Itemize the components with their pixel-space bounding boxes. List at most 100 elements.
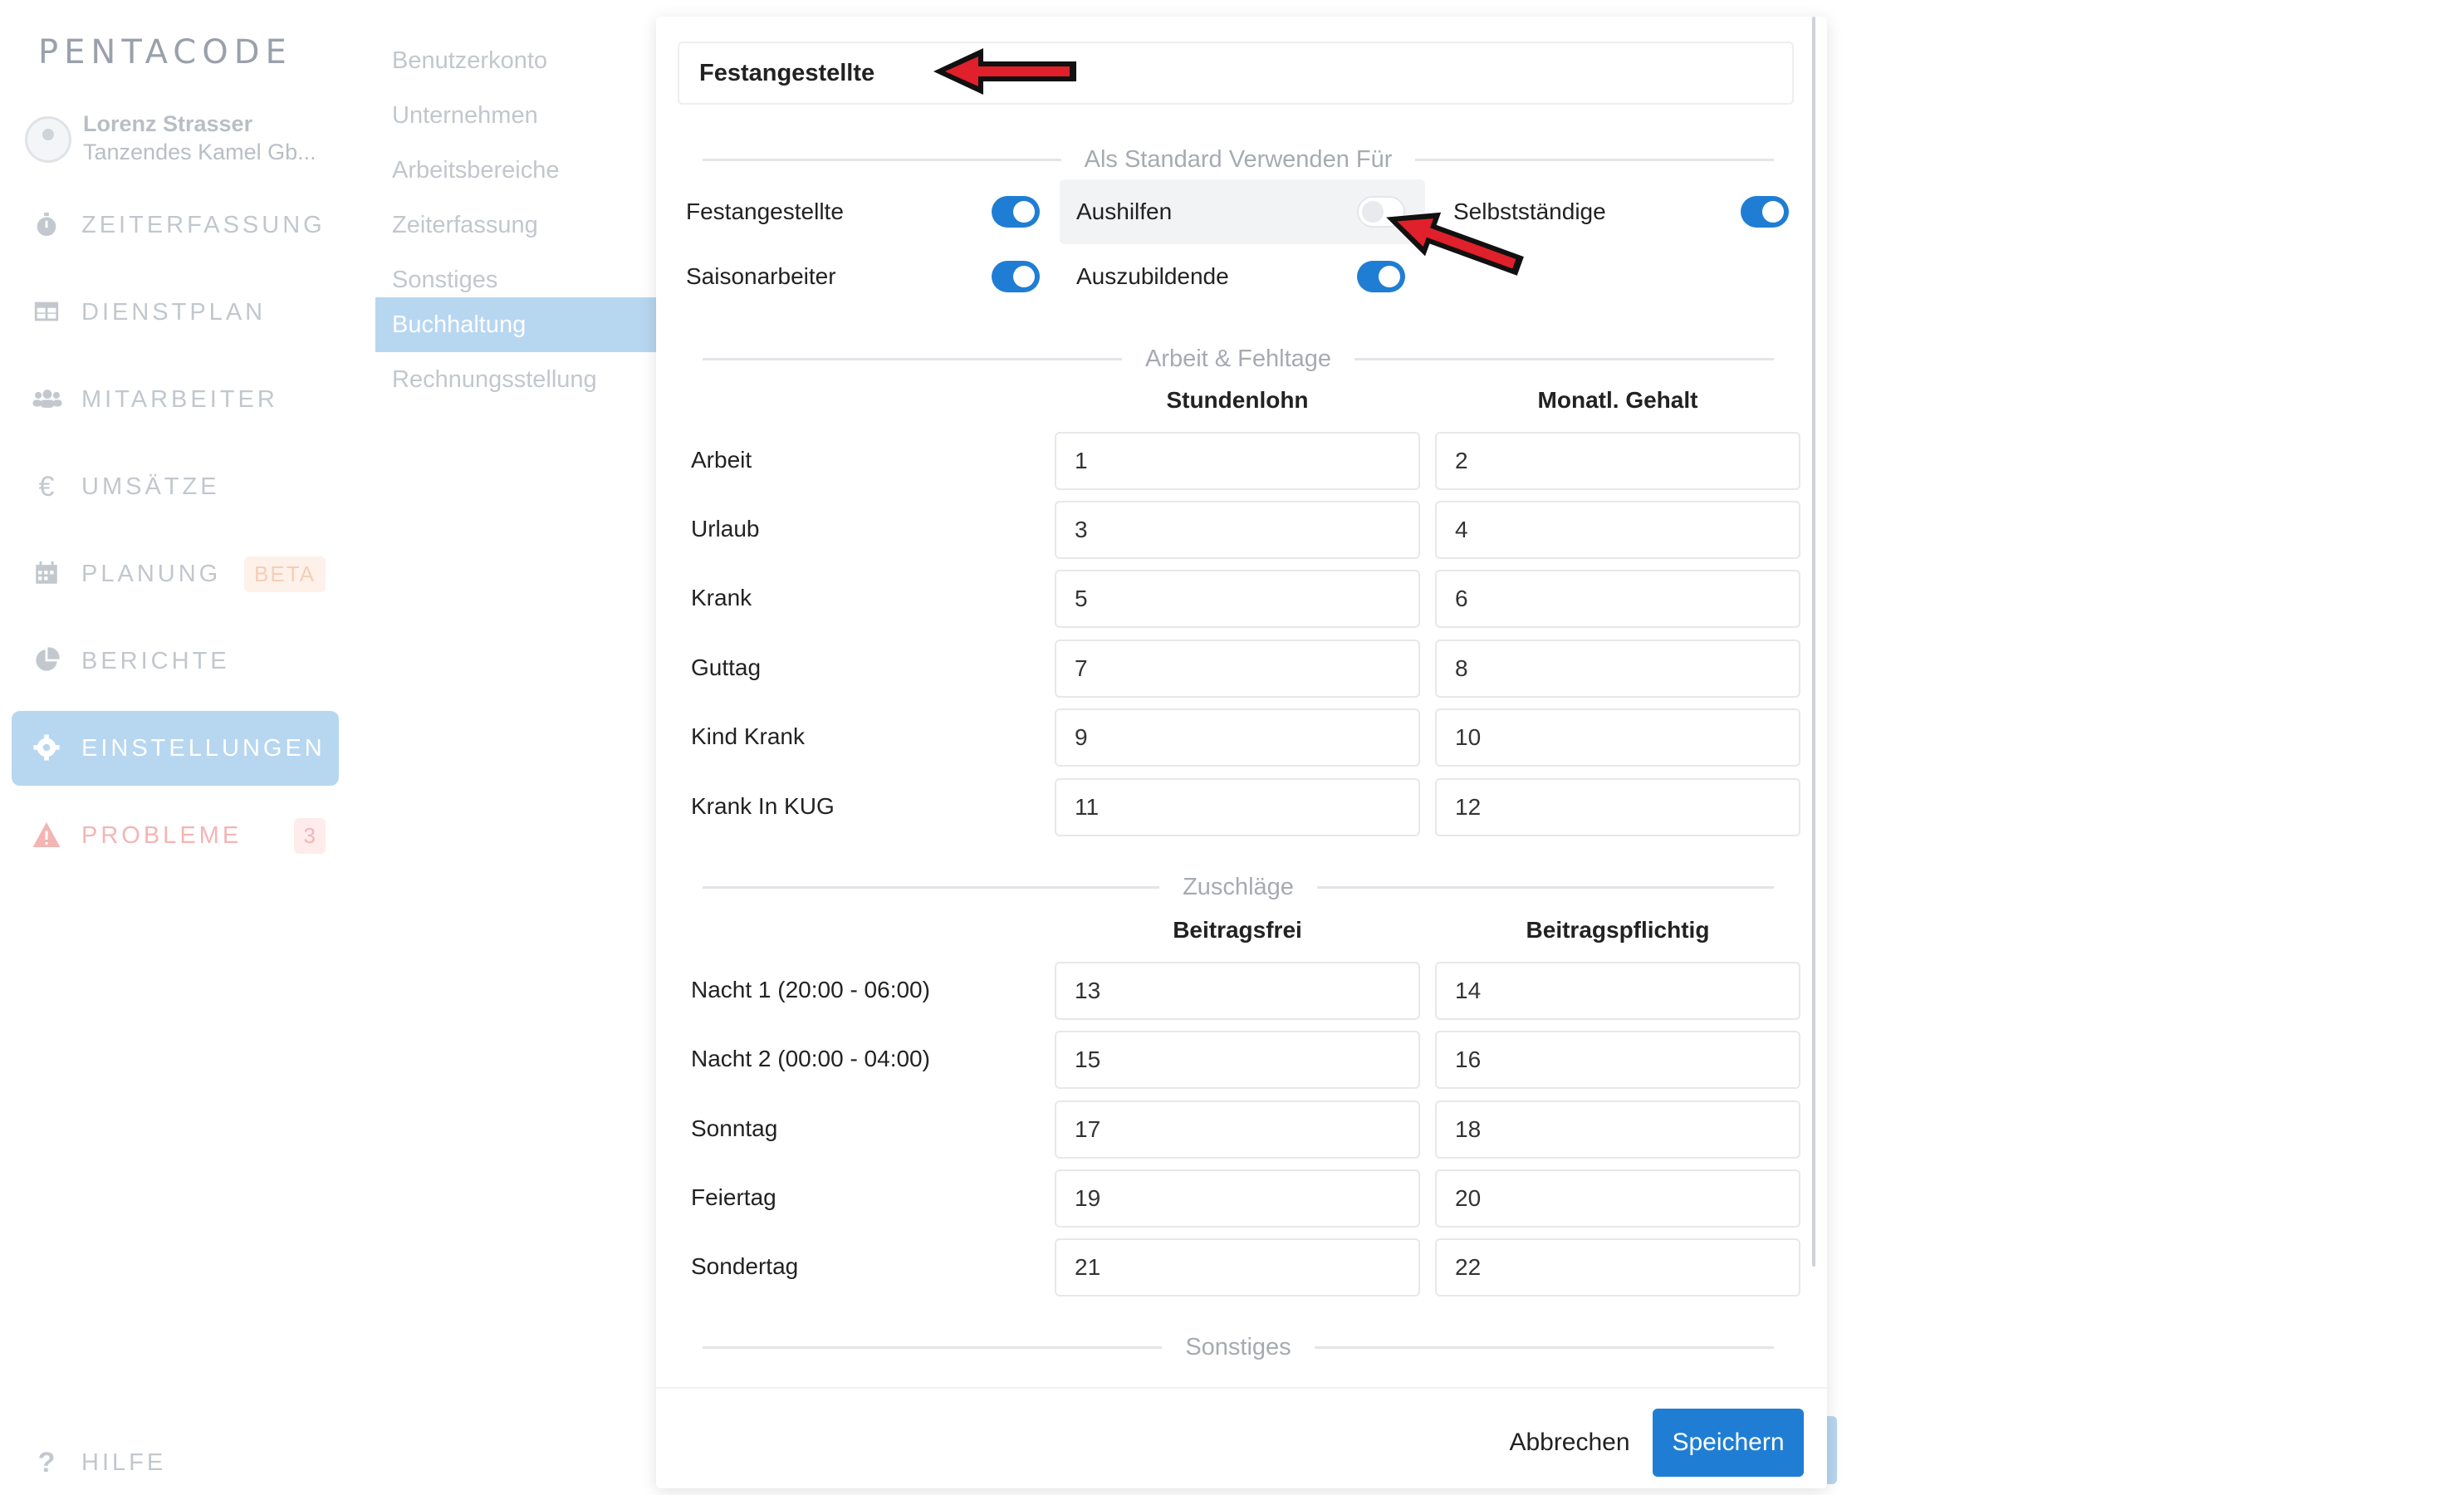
annotation-arrow-left-icon bbox=[933, 48, 1076, 95]
table-cell-input[interactable]: 6 bbox=[1435, 570, 1800, 628]
row-label: Nacht 1 (20:00 - 06:00) bbox=[691, 977, 930, 1002]
cancel-button[interactable]: Abbrechen bbox=[1487, 1409, 1653, 1477]
section-default-for: Als Standard Verwenden Für bbox=[703, 143, 1774, 176]
euro-icon: € bbox=[38, 471, 55, 502]
row-label: Krank In KUG bbox=[691, 793, 835, 819]
column-header: Beitragspflichtig bbox=[1526, 917, 1710, 943]
nav-item-hilfe[interactable]: ? HILFE bbox=[12, 1425, 339, 1495]
section-surcharges: Zuschläge bbox=[703, 870, 1774, 904]
table-cell-input[interactable]: 21 bbox=[1055, 1238, 1420, 1296]
table-cell-input[interactable]: 11 bbox=[1055, 778, 1420, 836]
table-cell-input[interactable]: 18 bbox=[1435, 1100, 1800, 1159]
company-name: Tanzendes Kamel Gb... bbox=[83, 140, 316, 164]
nav-item-berichte[interactable]: BERICHTE bbox=[12, 624, 339, 698]
nav-item-einstellungen[interactable]: EINSTELLUNGEN bbox=[12, 711, 339, 786]
submenu-item-rechnungsstellung[interactable]: Rechnungsstellung bbox=[375, 352, 658, 407]
table-cell-input[interactable]: 12 bbox=[1435, 778, 1800, 836]
table-cell-input[interactable]: 2 bbox=[1435, 432, 1800, 490]
column-header: Monatl. Gehalt bbox=[1537, 387, 1698, 413]
table-cell-input[interactable]: 7 bbox=[1055, 640, 1420, 698]
nav-label: ZEITERFASSUNG bbox=[81, 211, 326, 238]
table-cell-input[interactable]: 15 bbox=[1055, 1031, 1420, 1089]
nav-label: BERICHTE bbox=[81, 647, 230, 674]
toggle-row-aushilfen[interactable]: Aushilfen bbox=[1060, 179, 1425, 244]
nav-label: HILFE bbox=[81, 1448, 167, 1476]
edit-employment-type-modal: Festangestellte Als Standard Verwenden F… bbox=[656, 17, 1827, 1488]
employment-type-name-input[interactable]: Festangestellte bbox=[678, 42, 1794, 105]
table-cell-input[interactable]: 13 bbox=[1055, 962, 1420, 1020]
section-title: Als Standard Verwenden Für bbox=[1084, 145, 1393, 173]
row-label: Guttag bbox=[691, 654, 762, 680]
table-cell-input[interactable]: 8 bbox=[1435, 640, 1800, 698]
table-cell-input[interactable]: 10 bbox=[1435, 708, 1800, 767]
column-header: Stundenlohn bbox=[1166, 387, 1309, 413]
nav-item-mitarbeiter[interactable]: MITARBEITER bbox=[12, 362, 339, 437]
sidebar: PENTACODE Lorenz Strasser Tanzendes Kame… bbox=[0, 0, 351, 1495]
calendar-icon bbox=[32, 559, 61, 589]
modal-footer: Abbrechen Speichern bbox=[656, 1387, 1827, 1488]
toggle-label: Festangestellte bbox=[686, 199, 844, 224]
table-cell-input[interactable]: 5 bbox=[1055, 570, 1420, 628]
save-button[interactable]: Speichern bbox=[1653, 1409, 1804, 1477]
nav-item-dienstplan[interactable]: DIENSTPLAN bbox=[12, 275, 339, 350]
table-cell-input[interactable]: 1 bbox=[1055, 432, 1420, 490]
table-cell-input[interactable]: 9 bbox=[1055, 708, 1420, 767]
table-cell-input[interactable]: 22 bbox=[1435, 1238, 1800, 1296]
table-cell-input[interactable]: 20 bbox=[1435, 1169, 1800, 1228]
table-cell-input[interactable]: 14 bbox=[1435, 962, 1800, 1020]
section-title: Arbeit & Fehltage bbox=[1144, 345, 1332, 372]
user-profile[interactable]: Lorenz Strasser Tanzendes Kamel Gb... bbox=[25, 110, 332, 168]
nav-item-planung[interactable]: PLANUNG BETA bbox=[12, 537, 339, 611]
submenu-item-buchhaltung[interactable]: Buchhaltung bbox=[375, 297, 658, 352]
toggle-switch[interactable] bbox=[1741, 196, 1789, 228]
users-icon bbox=[32, 385, 62, 414]
nav-label: MITARBEITER bbox=[81, 385, 278, 413]
toggle-row-festangestellte[interactable]: Festangestellte bbox=[669, 179, 1048, 244]
nav-item-probleme[interactable]: PROBLEME 3 bbox=[12, 798, 339, 873]
row-label: Krank bbox=[691, 585, 752, 610]
table-cell-input[interactable]: 3 bbox=[1055, 501, 1420, 559]
nav-label: EINSTELLUNGEN bbox=[81, 734, 326, 762]
toggle-row-saisonarbeiter[interactable]: Saisonarbeiter bbox=[669, 244, 1048, 309]
nav-label: PLANUNG bbox=[81, 560, 222, 587]
toggle-switch[interactable] bbox=[992, 261, 1040, 292]
table-cell-input[interactable]: 4 bbox=[1435, 501, 1800, 559]
problem-count-badge: 3 bbox=[293, 817, 326, 854]
row-label: Sondertag bbox=[691, 1253, 799, 1279]
section-work-absence: Arbeit & Fehltage bbox=[703, 342, 1775, 375]
stopwatch-icon bbox=[32, 210, 61, 240]
nav-item-zeiterfassung[interactable]: ZEITERFASSUNG bbox=[12, 188, 339, 262]
toggle-row-auszubildende[interactable]: Auszubildende bbox=[1060, 244, 1425, 309]
nav-item-umsaetze[interactable]: € UMSÄTZE bbox=[12, 449, 339, 524]
row-label: Kind Krank bbox=[691, 723, 805, 749]
beta-badge: BETA bbox=[244, 556, 326, 592]
section-misc: Sonstiges bbox=[703, 1331, 1775, 1364]
submenu-item-unternehmen[interactable]: Unternehmen bbox=[375, 88, 658, 143]
row-label: Nacht 2 (00:00 - 04:00) bbox=[691, 1046, 930, 1071]
app-logo: PENTACODE bbox=[38, 33, 292, 71]
toggle-label: Auszubildende bbox=[1076, 263, 1229, 289]
toggle-switch[interactable] bbox=[992, 196, 1040, 228]
submenu-item-arbeitsbereiche[interactable]: Arbeitsbereiche bbox=[375, 143, 658, 198]
nav-label: UMSÄTZE bbox=[81, 473, 220, 500]
avatar bbox=[25, 116, 71, 163]
table-cell-input[interactable]: 17 bbox=[1055, 1100, 1420, 1159]
table-icon bbox=[32, 297, 61, 327]
submenu-item-benutzerkonto[interactable]: Benutzerkonto bbox=[375, 33, 658, 88]
gear-icon bbox=[32, 733, 61, 763]
row-label: Feiertag bbox=[691, 1184, 776, 1210]
section-title: Zuschläge bbox=[1183, 873, 1294, 900]
annotation-arrow-diagonal-icon bbox=[1386, 212, 1524, 276]
pie-chart-icon bbox=[32, 646, 61, 676]
submenu-item-zeiterfassung[interactable]: Zeiterfassung bbox=[375, 198, 658, 252]
section-title: Sonstiges bbox=[1185, 1333, 1291, 1360]
nav-label: PROBLEME bbox=[81, 821, 242, 849]
table-cell-input[interactable]: 19 bbox=[1055, 1169, 1420, 1228]
background-button-edge bbox=[1827, 1416, 1837, 1484]
table-cell-input[interactable]: 16 bbox=[1435, 1031, 1800, 1089]
column-header: Beitragsfrei bbox=[1173, 917, 1302, 943]
warning-icon bbox=[32, 821, 61, 850]
question-icon: ? bbox=[37, 1447, 56, 1478]
row-label: Urlaub bbox=[691, 516, 760, 542]
scrollbar[interactable] bbox=[1812, 17, 1815, 1267]
